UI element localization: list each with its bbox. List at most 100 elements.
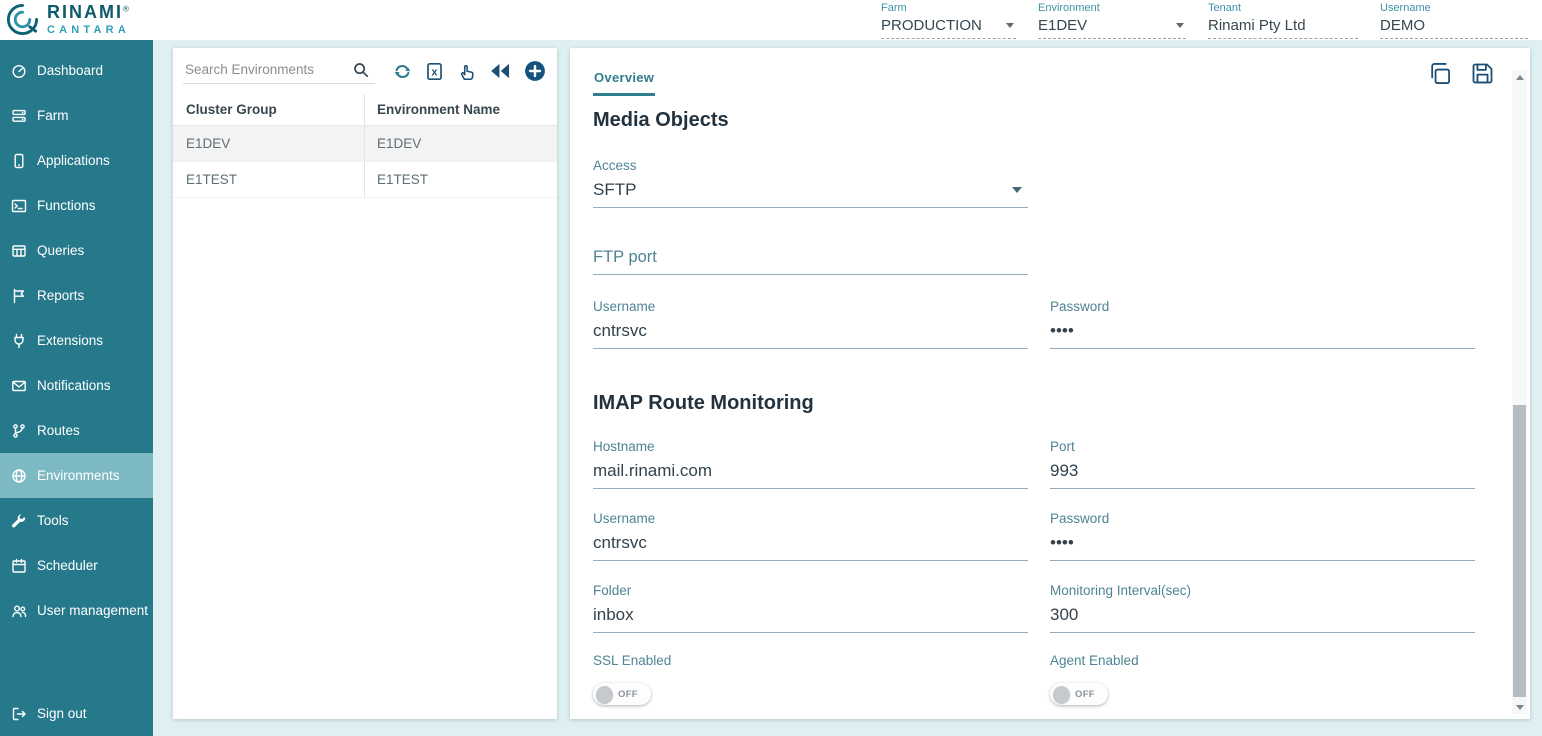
vertical-scrollbar[interactable] xyxy=(1512,70,1527,714)
agent-enabled-toggle[interactable]: OFF xyxy=(1050,683,1108,705)
farm-selector[interactable]: Farm PRODUCTION xyxy=(881,2,1016,39)
user-management-users-icon xyxy=(10,603,28,619)
list-header-row: Cluster Group Environment Name xyxy=(173,94,557,126)
password-value: •••• xyxy=(1050,321,1074,341)
hostname-input[interactable]: mail.rinami.com xyxy=(593,461,1028,489)
tools-wrench-icon xyxy=(10,513,28,529)
queries-icon xyxy=(10,243,28,259)
chevron-down-icon[interactable] xyxy=(1012,187,1022,193)
table-row[interactable]: E1DEV E1DEV xyxy=(173,126,557,162)
ssl-enabled-field: SSL Enabled OFF xyxy=(593,653,1028,705)
scrollbar-thumb[interactable] xyxy=(1513,405,1526,697)
export-excel-icon[interactable]: x xyxy=(425,62,444,81)
logo-subtitle: CANTARA xyxy=(47,25,130,36)
monitoring-interval-input[interactable]: 300 xyxy=(1050,605,1475,633)
sign-out-button[interactable]: Sign out xyxy=(0,691,153,736)
sign-out-label: Sign out xyxy=(37,706,87,721)
agent-enabled-field: Agent Enabled OFF xyxy=(1050,653,1475,705)
username-input[interactable]: cntrsvc xyxy=(593,321,1028,349)
tab-overview[interactable]: Overview xyxy=(593,70,655,96)
chevron-down-icon[interactable] xyxy=(1006,23,1014,28)
sidebar-item-reports[interactable]: Reports xyxy=(0,273,153,318)
sidebar-item-extensions[interactable]: Extensions xyxy=(0,318,153,363)
username-label: Username xyxy=(1380,2,1528,14)
routes-branch-icon xyxy=(10,423,28,439)
sidebar-item-tools[interactable]: Tools xyxy=(0,498,153,543)
tab-bar: Overview xyxy=(570,48,1530,100)
search-input[interactable] xyxy=(185,62,353,77)
password-input[interactable]: •••• xyxy=(1050,321,1475,349)
media-password-field[interactable]: Password •••• xyxy=(1050,299,1475,349)
hostname-value: mail.rinami.com xyxy=(593,461,712,481)
media-username-field[interactable]: Username cntrsvc xyxy=(593,299,1028,349)
rewind-icon[interactable] xyxy=(489,60,511,82)
environment-selector[interactable]: Environment E1DEV xyxy=(1038,2,1186,39)
port-value: 993 xyxy=(1050,461,1078,481)
add-environment-icon[interactable] xyxy=(524,60,546,82)
cell-cluster-group: E1DEV xyxy=(173,126,365,161)
sidebar-item-dashboard[interactable]: Dashboard xyxy=(0,48,153,93)
hostname-label: Hostname xyxy=(593,439,1028,455)
sign-out-icon xyxy=(10,706,28,722)
copy-icon[interactable] xyxy=(1426,60,1453,87)
sidebar-item-environments[interactable]: Environments xyxy=(0,453,153,498)
sidebar-item-label: Applications xyxy=(37,153,110,168)
header-fields: Farm PRODUCTION Environment E1DEV Tenant… xyxy=(881,2,1528,39)
monitoring-interval-field[interactable]: Monitoring Interval(sec) 300 xyxy=(1050,583,1475,633)
username-value: cntrsvc xyxy=(593,533,647,553)
folder-label: Folder xyxy=(593,583,1028,599)
sidebar-item-applications[interactable]: Applications xyxy=(0,138,153,183)
access-select[interactable]: SFTP xyxy=(593,180,1028,208)
scroll-up-icon[interactable] xyxy=(1512,70,1527,84)
hostname-field[interactable]: Hostname mail.rinami.com xyxy=(593,439,1028,489)
scheduler-calendar-icon xyxy=(10,558,28,574)
toggle-state: OFF xyxy=(618,689,638,700)
ssl-enabled-toggle[interactable]: OFF xyxy=(593,683,651,705)
sidebar-item-functions[interactable]: Functions xyxy=(0,183,153,228)
sidebar-item-notifications[interactable]: Notifications xyxy=(0,363,153,408)
chevron-down-icon[interactable] xyxy=(1176,23,1184,28)
sidebar-item-label: Queries xyxy=(37,243,84,258)
search-icon[interactable] xyxy=(353,62,369,78)
imap-password-field[interactable]: Password •••• xyxy=(1050,511,1475,561)
save-icon[interactable] xyxy=(1469,60,1496,87)
password-input[interactable]: •••• xyxy=(1050,533,1475,561)
sidebar-item-label: Extensions xyxy=(37,333,103,348)
cell-environment-name: E1DEV xyxy=(365,136,421,151)
username-input[interactable]: cntrsvc xyxy=(593,533,1028,561)
folder-input[interactable]: inbox xyxy=(593,605,1028,633)
port-input[interactable]: 993 xyxy=(1050,461,1475,489)
ftp-port-placeholder: FTP port xyxy=(593,248,657,267)
cell-cluster-group: E1TEST xyxy=(173,162,365,197)
table-row[interactable]: E1TEST E1TEST xyxy=(173,162,557,198)
username-label: Username xyxy=(593,299,1028,315)
sidebar-item-routes[interactable]: Routes xyxy=(0,408,153,453)
sidebar-item-scheduler[interactable]: Scheduler xyxy=(0,543,153,588)
top-header: RINAMI® CANTARA Farm PRODUCTION Environm… xyxy=(0,0,1542,40)
ftp-port-field[interactable]: FTP port xyxy=(593,248,1028,275)
cell-environment-name: E1TEST xyxy=(365,172,428,187)
notifications-envelope-icon xyxy=(10,378,28,394)
imap-username-field[interactable]: Username cntrsvc xyxy=(593,511,1028,561)
sidebar-item-queries[interactable]: Queries xyxy=(0,228,153,273)
access-field[interactable]: Access SFTP xyxy=(593,158,1028,208)
agent-enabled-label: Agent Enabled xyxy=(1050,653,1475,669)
sidebar-item-label: Dashboard xyxy=(37,63,103,78)
username-value: cntrsvc xyxy=(593,321,647,341)
tenant-field: Tenant Rinami Pty Ltd xyxy=(1208,2,1358,39)
toggle-state: OFF xyxy=(1075,689,1095,700)
password-label: Password xyxy=(1050,511,1475,527)
scroll-down-icon[interactable] xyxy=(1512,700,1527,714)
ftp-port-input[interactable]: FTP port xyxy=(593,248,1028,275)
toggle-knob xyxy=(596,686,613,703)
port-label: Port xyxy=(1050,439,1475,455)
sidebar-item-user-management[interactable]: User management xyxy=(0,588,153,633)
sidebar-item-farm[interactable]: Farm xyxy=(0,93,153,138)
access-value: SFTP xyxy=(593,180,636,200)
refresh-icon[interactable] xyxy=(393,62,412,81)
sidebar-item-label: Farm xyxy=(37,108,69,123)
hand-pointer-icon[interactable] xyxy=(457,62,476,81)
port-field[interactable]: Port 993 xyxy=(1050,439,1475,489)
search-box[interactable] xyxy=(183,59,375,84)
folder-field[interactable]: Folder inbox xyxy=(593,583,1028,633)
